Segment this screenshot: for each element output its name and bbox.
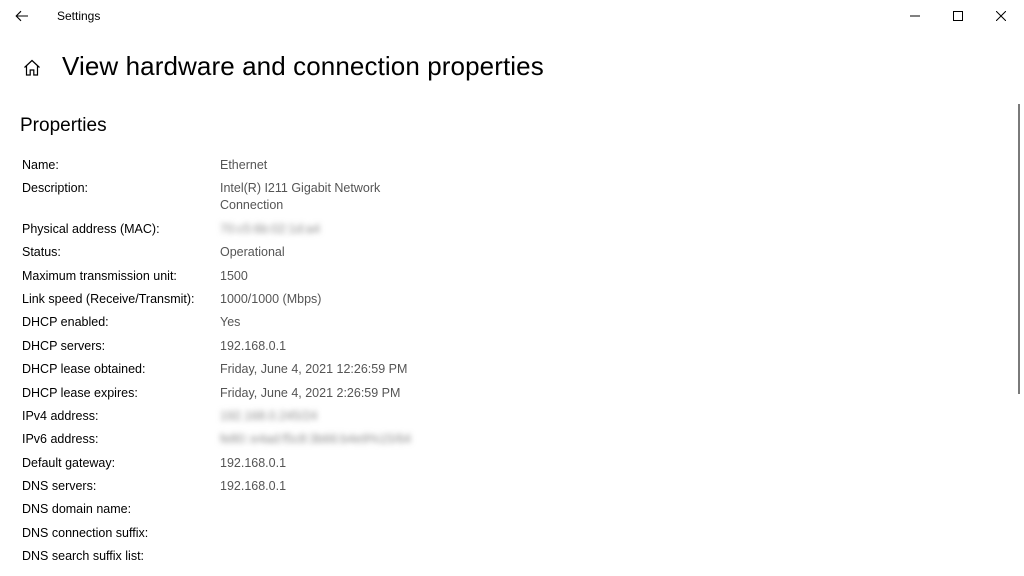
property-value[interactable]: Friday, June 4, 2021 2:26:59 PM bbox=[220, 385, 420, 402]
property-row: DHCP servers: 192.168.0.1 bbox=[22, 338, 722, 355]
property-value[interactable]: Operational bbox=[220, 244, 420, 261]
property-value[interactable]: 1000/1000 (Mbps) bbox=[220, 291, 420, 308]
close-icon bbox=[996, 11, 1006, 21]
properties-list: Name: Ethernet Description: Intel(R) I211 G… bbox=[22, 157, 722, 572]
property-value[interactable]: 192.168.0.1 bbox=[220, 338, 420, 355]
settings-window: Settings View hardware and connection pr… bbox=[0, 0, 1024, 576]
property-row: Link speed (Receive/Transmit): 1000/1000 … bbox=[22, 291, 722, 308]
property-label: IPv6 address: bbox=[22, 432, 99, 447]
property-value-redacted[interactable]: 70:c5:6b:02:1d:a4 bbox=[220, 221, 420, 238]
page-title: View hardware and connection properties bbox=[62, 51, 544, 81]
property-value[interactable]: 192.168.0.1 bbox=[220, 478, 420, 495]
property-row: DNS servers: 192.168.0.1 bbox=[22, 478, 722, 495]
property-value[interactable] bbox=[220, 525, 420, 542]
property-label: Default gateway: bbox=[22, 455, 116, 470]
property-label: Description: bbox=[22, 181, 88, 196]
property-label: IPv4 address: bbox=[22, 408, 99, 423]
property-value-redacted[interactable]: 192.168.0.245/24 bbox=[220, 408, 420, 425]
property-row: DHCP lease obtained: Friday, June 4, 2021… bbox=[22, 361, 722, 378]
back-arrow-icon bbox=[15, 10, 28, 22]
property-row: DNS connection suffix: bbox=[22, 525, 722, 542]
minimize-button[interactable] bbox=[892, 0, 938, 32]
property-row: Default gateway: 192.168.0.1 bbox=[22, 455, 722, 472]
maximize-button[interactable] bbox=[935, 0, 981, 32]
property-label: Physical address (MAC): bbox=[22, 221, 160, 236]
property-row: Physical address (MAC): 70:c5:6b:02:1d:a4 bbox=[22, 221, 722, 238]
property-row: DNS domain name: bbox=[22, 501, 722, 518]
property-label: DNS connection suffix: bbox=[22, 525, 149, 540]
property-row: Maximum transmission unit: 1500 bbox=[22, 268, 722, 285]
property-row: DNS search suffix list: bbox=[22, 548, 722, 565]
property-value[interactable]: 1500 bbox=[220, 268, 420, 285]
app-title: Settings bbox=[57, 9, 101, 23]
property-value[interactable] bbox=[220, 548, 420, 565]
property-label: DNS search suffix list: bbox=[22, 549, 145, 564]
property-label: DHCP lease expires: bbox=[22, 385, 138, 400]
property-row: DHCP enabled: Yes bbox=[22, 314, 722, 331]
property-row: IPv6 address: fe80::e4ad:f5c8:3b66:b4e9%1… bbox=[22, 431, 722, 448]
back-button[interactable] bbox=[6, 0, 38, 32]
property-label: DHCP lease obtained: bbox=[22, 362, 146, 377]
property-row: DHCP lease expires: Friday, June 4, 2021 … bbox=[22, 385, 722, 402]
property-value[interactable] bbox=[220, 501, 420, 518]
property-label: DHCP enabled: bbox=[22, 315, 109, 330]
property-label: Link speed (Receive/Transmit): bbox=[22, 291, 195, 306]
property-row: IPv4 address: 192.168.0.245/24 bbox=[22, 408, 722, 425]
scrollbar[interactable] bbox=[1018, 104, 1020, 394]
property-row: Status: Operational bbox=[22, 244, 722, 261]
property-label: Status: bbox=[22, 245, 61, 260]
section-title-properties: Properties bbox=[20, 115, 107, 136]
property-value[interactable]: Ethernet bbox=[220, 157, 420, 174]
property-row: Description: Intel(R) I211 Gigabit Networ… bbox=[22, 180, 722, 214]
property-value[interactable]: Friday, June 4, 2021 12:26:59 PM bbox=[220, 361, 420, 378]
property-label: Name: bbox=[22, 158, 59, 172]
property-value[interactable]: Intel(R) I211 Gigabit Network Connection bbox=[220, 180, 420, 214]
property-value-redacted[interactable]: fe80::e4ad:f5c8:3b66:b4e9%15/64 bbox=[220, 431, 420, 448]
property-label: Maximum transmission unit: bbox=[22, 268, 177, 283]
property-label: DNS domain name: bbox=[22, 502, 132, 517]
minimize-icon bbox=[910, 15, 920, 17]
property-label: DNS servers: bbox=[22, 479, 97, 494]
property-row: Name: Ethernet bbox=[22, 157, 722, 174]
property-value[interactable]: Yes bbox=[220, 314, 420, 331]
home-button[interactable] bbox=[16, 52, 48, 84]
home-icon bbox=[24, 59, 40, 76]
close-button[interactable] bbox=[978, 0, 1024, 32]
property-value[interactable]: 192.168.0.1 bbox=[220, 455, 420, 472]
maximize-icon bbox=[953, 11, 963, 21]
title-bar: Settings bbox=[0, 0, 1024, 32]
property-label: DHCP servers: bbox=[22, 338, 106, 353]
